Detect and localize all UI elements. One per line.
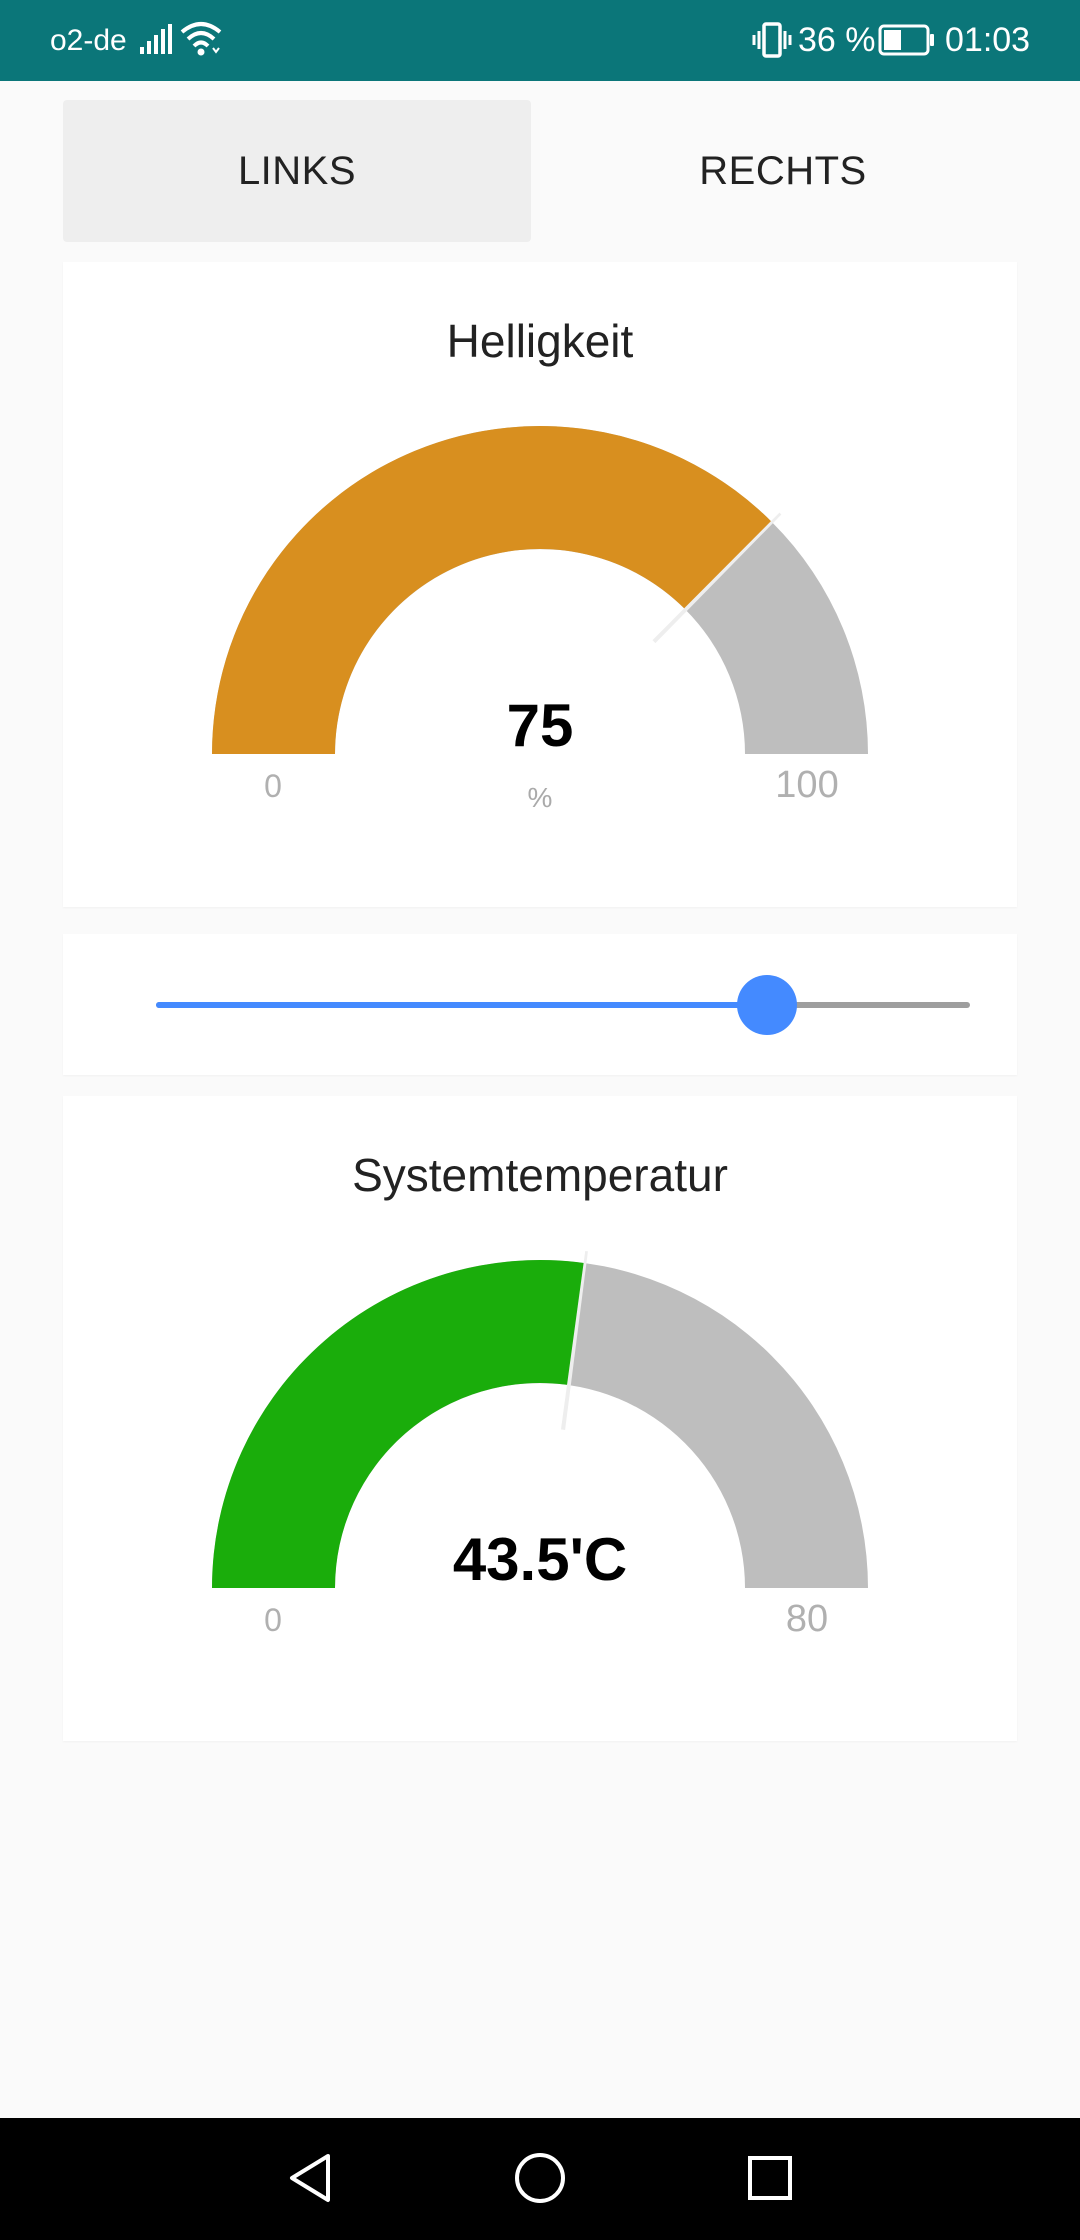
slider-track-fill (156, 1002, 767, 1008)
tab-links-label: LINKS (237, 148, 357, 193)
wifi-icon (180, 20, 222, 63)
tab-rechts-label: RECHTS (699, 148, 867, 193)
temperature-gauge: 43.5'C 0 80 (212, 1251, 868, 1640)
brightness-gauge-max-label: 100 (775, 764, 838, 806)
tab-links[interactable]: LINKS (63, 100, 531, 242)
brightness-gauge: 75 % 0 100 (212, 425, 868, 813)
clock: 01:03 (945, 21, 1031, 59)
temperature-card: Systemtemperatur 43.5'C 0 80 (63, 1096, 1017, 1741)
navigation-bar (0, 2118, 1080, 2240)
brightness-gauge-unit: % (528, 782, 553, 813)
slider-thumb[interactable] (736, 975, 797, 1035)
brightness-card: Helligkeit 75 % 0 100 (63, 262, 1017, 907)
battery-icon (878, 24, 936, 61)
temperature-gauge-max-label: 80 (786, 1598, 828, 1640)
signal-icon (138, 22, 172, 61)
battery-percent: 36 % (798, 21, 876, 59)
temperature-gauge-value: 43.5'C (453, 1526, 627, 1593)
brightness-gauge-min-label: 0 (264, 768, 282, 804)
brightness-gauge-fill (212, 425, 772, 754)
carrier-label: o2-de (50, 24, 127, 57)
brightness-gauge-value: 75 (507, 692, 574, 759)
brightness-slider-card (63, 934, 1017, 1075)
vibrate-icon (752, 21, 792, 64)
temperature-gauge-min-label: 0 (264, 1602, 282, 1638)
back-icon[interactable] (280, 2148, 340, 2213)
status-bar: o2-de 36 % 01:03 (0, 0, 1080, 81)
home-icon[interactable] (510, 2148, 570, 2213)
recents-icon[interactable] (740, 2148, 800, 2213)
tab-rechts[interactable]: RECHTS (550, 100, 1016, 242)
